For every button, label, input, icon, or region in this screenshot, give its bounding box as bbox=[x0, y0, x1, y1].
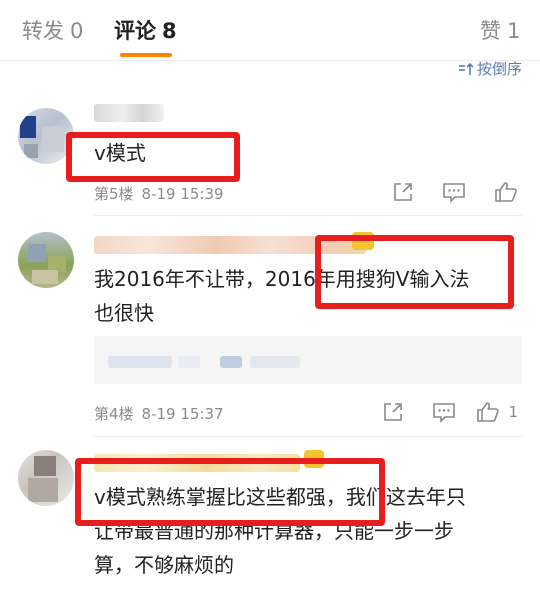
tab-comments-label: 评论 bbox=[114, 19, 156, 43]
share-icon bbox=[382, 401, 404, 423]
username-blurred[interactable] bbox=[94, 104, 164, 122]
thumbs-up-icon bbox=[494, 180, 518, 204]
comment-icon bbox=[442, 181, 466, 203]
comment-meta: 第5楼 8-19 15:39 bbox=[94, 183, 224, 204]
tab-likes-label: 赞 bbox=[480, 19, 501, 43]
like-button[interactable]: 1 bbox=[456, 399, 518, 425]
highlight-box bbox=[66, 132, 240, 182]
active-tab-indicator bbox=[120, 53, 172, 57]
tab-comments-count: 8 bbox=[162, 19, 177, 43]
comment-time: 8-19 15:39 bbox=[141, 185, 224, 203]
tab-reposts[interactable]: 转发 0 bbox=[22, 17, 83, 45]
tab-likes[interactable]: 赞1 bbox=[480, 17, 520, 45]
floor-number: 第4楼 bbox=[94, 405, 134, 423]
highlight-box bbox=[75, 458, 385, 526]
sort-label: 按倒序 bbox=[476, 60, 522, 78]
reply-button[interactable] bbox=[414, 179, 466, 205]
tab-reposts-count: 0 bbox=[70, 19, 84, 43]
highlight-box bbox=[315, 235, 514, 309]
comment-actions: 1 bbox=[352, 399, 518, 425]
tab-reposts-label: 转发 bbox=[22, 19, 64, 43]
reply-preview[interactable] bbox=[94, 336, 522, 384]
avatar[interactable] bbox=[18, 232, 74, 288]
tab-comments[interactable]: 评论 8 bbox=[114, 17, 177, 45]
comment-meta: 第4楼 8-19 15:37 bbox=[94, 403, 224, 424]
comment-icon bbox=[432, 401, 456, 423]
comment-time: 8-19 15:37 bbox=[141, 405, 224, 423]
tab-bar: 转发 0 评论 8 赞1 bbox=[0, 0, 540, 61]
comment-text-line: 也很快 bbox=[94, 301, 154, 325]
tab-likes-count: 1 bbox=[507, 19, 521, 43]
share-icon bbox=[392, 181, 414, 203]
avatar[interactable] bbox=[18, 450, 74, 506]
thumbs-up-icon bbox=[476, 400, 500, 424]
comment-text-line: 算，不够麻烦的 bbox=[94, 553, 234, 577]
sort-icon bbox=[458, 62, 474, 76]
floor-number: 第5楼 bbox=[94, 185, 134, 203]
like-count: 1 bbox=[508, 403, 518, 421]
comment-actions bbox=[362, 179, 518, 205]
share-button[interactable] bbox=[352, 399, 404, 425]
like-button[interactable] bbox=[466, 179, 518, 205]
sort-toggle[interactable]: 按倒序 bbox=[458, 58, 522, 79]
divider bbox=[94, 436, 522, 437]
share-button[interactable] bbox=[362, 179, 414, 205]
reply-button[interactable] bbox=[404, 399, 456, 425]
divider bbox=[94, 215, 522, 216]
